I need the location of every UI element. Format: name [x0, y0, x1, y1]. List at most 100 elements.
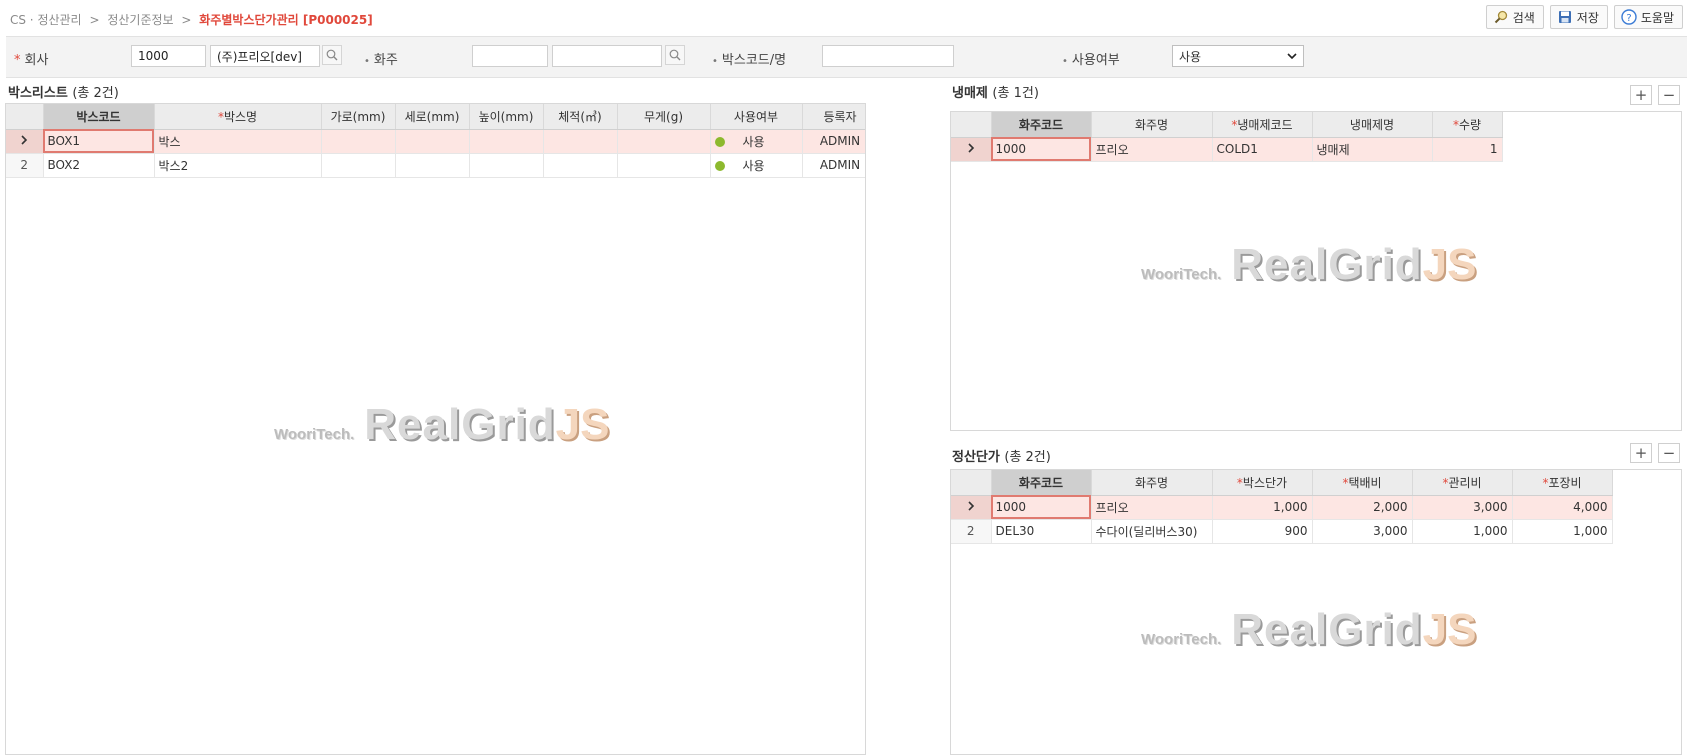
cell-box-price[interactable]: 900	[1212, 519, 1313, 544]
cell-management-fee[interactable]: 3,000	[1412, 495, 1513, 520]
cell-volume[interactable]	[543, 129, 618, 154]
col-header-use[interactable]: 사용여부	[710, 104, 803, 130]
search-panel: *회사 •화주 •박스코드/명 •사용여부 사용	[6, 36, 1687, 78]
cell-width[interactable]	[321, 129, 396, 154]
breadcrumb-item[interactable]: CS · 정산관리	[10, 13, 82, 27]
cell-box-code[interactable]: BOX2	[43, 153, 155, 178]
shipper-code-input[interactable]	[472, 45, 548, 67]
coolant-grid[interactable]: 화주코드 화주명 *냉매제코드 냉매제명 *수량 1000 프리오 COLD1 …	[950, 111, 1682, 431]
cell-shipper-code[interactable]: 1000	[991, 137, 1092, 162]
search-button-label: 검색	[1512, 10, 1535, 25]
cell-coolant-name[interactable]: 냉매제	[1312, 137, 1433, 162]
grid-watermark: WooriTech. RealGridJS	[1141, 605, 1477, 654]
box-list-grid[interactable]: 박스코드 *박스명 가로(mm) 세로(mm) 높이(mm) 체적(㎥) 무게(…	[5, 103, 866, 755]
breadcrumb-separator: >	[89, 13, 100, 27]
table-row[interactable]: 2 DEL30 수다이(딜리버스30) 900 3,000 1,000 1,00…	[951, 519, 1613, 544]
cell-box-name[interactable]: 박스2	[154, 153, 322, 178]
col-header-packing-fee[interactable]: *포장비	[1512, 470, 1613, 496]
price-remove-button[interactable]: −	[1658, 443, 1680, 463]
help-button[interactable]: ? 도움말	[1613, 5, 1683, 29]
col-header-coolant-code[interactable]: *냉매제코드	[1212, 112, 1313, 138]
search-button[interactable]: 검색	[1485, 5, 1544, 29]
col-header-registrant[interactable]: 등록자	[802, 104, 865, 130]
cell-packing-fee[interactable]: 1,000	[1512, 519, 1613, 544]
col-header-weight[interactable]: 무게(g)	[617, 104, 711, 130]
grid-watermark: WooriTech. RealGridJS	[1141, 240, 1477, 289]
cell-depth[interactable]	[395, 129, 470, 154]
table-row[interactable]: 1000 프리오 1,000 2,000 3,000 4,000	[951, 495, 1613, 520]
col-header-shipper-code[interactable]: 화주코드	[991, 112, 1092, 138]
cell-shipper-name[interactable]: 수다이(딜리버스30)	[1091, 519, 1213, 544]
cell-box-code[interactable]: BOX1	[43, 129, 155, 154]
col-header-width[interactable]: 가로(mm)	[321, 104, 396, 130]
grid-corner-header	[951, 112, 992, 138]
shipper-name-input[interactable]	[552, 45, 662, 67]
cell-use[interactable]: 사용	[710, 129, 803, 154]
col-header-shipper-name[interactable]: 화주명	[1091, 470, 1213, 496]
cell-shipper-code[interactable]: 1000	[991, 495, 1092, 520]
save-button[interactable]: 저장	[1549, 5, 1608, 29]
cell-height[interactable]	[469, 129, 544, 154]
col-header-height[interactable]: 높이(mm)	[469, 104, 544, 130]
coolant-remove-button[interactable]: −	[1658, 85, 1680, 105]
company-name-input[interactable]	[210, 45, 320, 67]
use-label: • 사용여부	[1062, 53, 1120, 68]
price-grid[interactable]: 화주코드 화주명 *박스단가 *택배비 *관리비 *포장비 1000 프리오 1…	[950, 469, 1682, 755]
cell-registrant[interactable]: ADMIN	[802, 129, 865, 154]
col-header-coolant-name[interactable]: 냉매제명	[1312, 112, 1433, 138]
coolant-add-button[interactable]: +	[1630, 85, 1652, 105]
cell-use[interactable]: 사용	[710, 153, 803, 178]
cell-weight[interactable]	[617, 153, 711, 178]
use-select[interactable]: 사용	[1172, 45, 1304, 67]
col-header-box-name[interactable]: *박스명	[154, 104, 322, 130]
row-indicator-icon[interactable]	[951, 137, 992, 162]
table-row[interactable]: 2 BOX2 박스2 사용 ADMIN	[6, 153, 865, 178]
help-icon: ?	[1621, 9, 1637, 25]
table-row[interactable]: BOX1 박스 사용 ADMIN	[6, 129, 865, 154]
box-code-label: • 박스코드/명	[712, 53, 787, 68]
col-header-courier-fee[interactable]: *택배비	[1312, 470, 1413, 496]
shipper-search-button[interactable]	[665, 45, 685, 65]
grid-corner-header	[6, 104, 44, 130]
cell-shipper-code[interactable]: DEL30	[991, 519, 1092, 544]
row-number[interactable]: 2	[951, 519, 992, 544]
grid-watermark: WooriTech. RealGridJS	[274, 400, 610, 449]
col-header-shipper-code[interactable]: 화주코드	[991, 470, 1092, 496]
cell-depth[interactable]	[395, 153, 470, 178]
cell-courier-fee[interactable]: 3,000	[1312, 519, 1413, 544]
col-header-box-price[interactable]: *박스단가	[1212, 470, 1313, 496]
grid-header-row: 박스코드 *박스명 가로(mm) 세로(mm) 높이(mm) 체적(㎥) 무게(…	[6, 104, 865, 130]
cell-shipper-name[interactable]: 프리오	[1091, 137, 1213, 162]
cell-courier-fee[interactable]: 2,000	[1312, 495, 1413, 520]
cell-management-fee[interactable]: 1,000	[1412, 519, 1513, 544]
cell-height[interactable]	[469, 153, 544, 178]
cell-width[interactable]	[321, 153, 396, 178]
col-header-quantity[interactable]: *수량	[1432, 112, 1503, 138]
col-header-volume[interactable]: 체적(㎥)	[543, 104, 618, 130]
cell-registrant[interactable]: ADMIN	[802, 153, 865, 178]
cell-coolant-code[interactable]: COLD1	[1212, 137, 1313, 162]
cell-box-price[interactable]: 1,000	[1212, 495, 1313, 520]
cell-weight[interactable]	[617, 129, 711, 154]
search-icon	[1493, 9, 1509, 25]
col-header-depth[interactable]: 세로(mm)	[395, 104, 470, 130]
company-code-input[interactable]	[131, 45, 206, 67]
row-indicator-icon[interactable]	[6, 129, 44, 154]
cell-volume[interactable]	[543, 153, 618, 178]
col-header-box-code[interactable]: 박스코드	[43, 104, 155, 130]
col-header-shipper-name[interactable]: 화주명	[1091, 112, 1213, 138]
company-search-button[interactable]	[322, 45, 342, 65]
breadcrumb-item[interactable]: 정산기준정보	[107, 13, 173, 27]
cell-shipper-name[interactable]: 프리오	[1091, 495, 1213, 520]
cell-quantity[interactable]: 1	[1432, 137, 1503, 162]
table-row[interactable]: 1000 프리오 COLD1 냉매제 1	[951, 137, 1503, 162]
cell-box-name[interactable]: 박스	[154, 129, 322, 154]
coolant-title: 냉매제 (총 1건)	[952, 86, 1039, 101]
cell-packing-fee[interactable]: 4,000	[1512, 495, 1613, 520]
col-header-management-fee[interactable]: *관리비	[1412, 470, 1513, 496]
box-code-input[interactable]	[822, 45, 954, 67]
row-number[interactable]: 2	[6, 153, 44, 178]
search-icon	[326, 49, 338, 61]
row-indicator-icon[interactable]	[951, 495, 992, 520]
price-add-button[interactable]: +	[1630, 443, 1652, 463]
